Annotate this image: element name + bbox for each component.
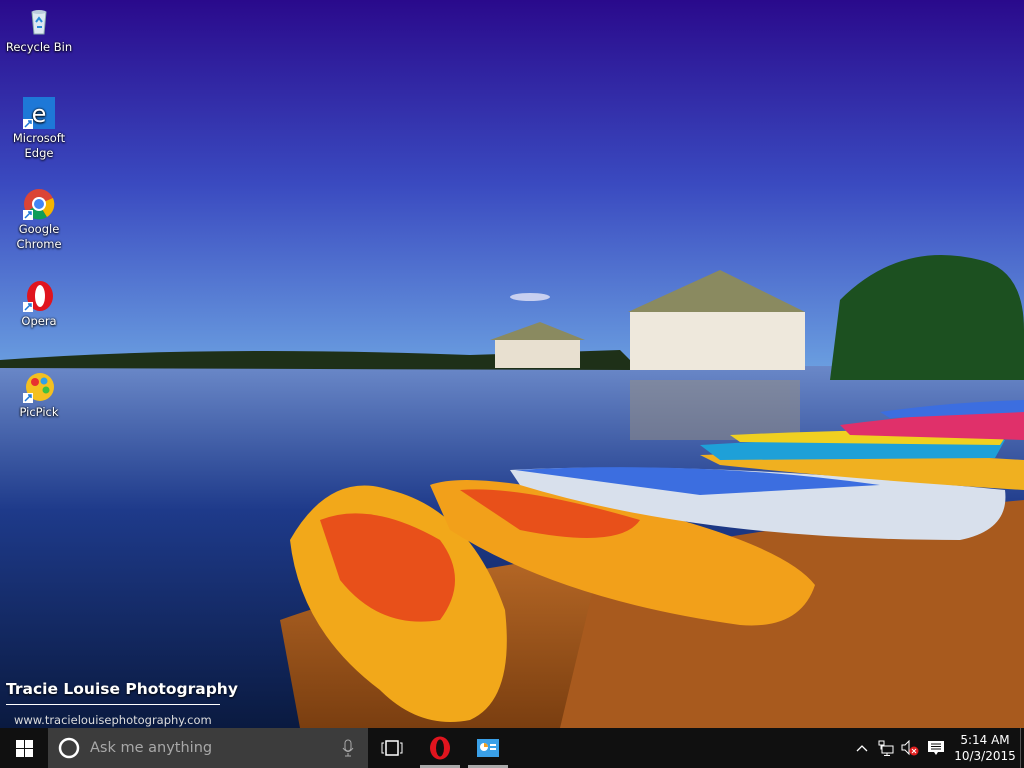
taskbar-opera-button[interactable] <box>416 728 464 768</box>
show-desktop-button[interactable] <box>1020 728 1024 768</box>
desktop-icon-label: Google Chrome <box>16 222 62 251</box>
svg-text:e: e <box>32 100 47 128</box>
picpick-icon <box>23 371 55 403</box>
desktop-wallpaper: Tracie Louise Photography www.tracieloui… <box>0 0 1024 728</box>
desktop-icon-picpick[interactable]: PicPick <box>4 371 74 420</box>
desktop-icon-label: Recycle Bin <box>5 40 73 54</box>
opera-icon <box>23 280 55 312</box>
clock[interactable]: 5:14 AM 10/3/2015 <box>950 732 1020 764</box>
watermark-divider <box>6 704 220 705</box>
search-box[interactable]: Ask me anything <box>48 728 368 768</box>
network-button[interactable] <box>874 728 898 768</box>
cortana-icon <box>58 737 80 759</box>
chrome-icon <box>23 188 55 220</box>
action-center-button[interactable] <box>922 728 950 768</box>
desktop-icon-label: Microsoft Edge <box>12 131 66 160</box>
microphone-icon[interactable] <box>342 739 354 757</box>
wallpaper-image <box>0 0 1024 728</box>
opera-icon <box>430 736 450 760</box>
recycle-bin-icon <box>23 6 55 38</box>
watermark-url: www.tracielouisephotography.com <box>14 713 212 727</box>
desktop-icon-label: Opera <box>21 314 57 328</box>
desktop-icon-opera[interactable]: Opera <box>4 280 74 329</box>
edge-icon: e <box>23 97 55 129</box>
volume-button[interactable] <box>898 728 922 768</box>
desktop-icon-google-chrome[interactable]: Google Chrome <box>4 188 74 252</box>
taskbar: Ask me anything 5:14 AM 10/3/2015 <box>0 728 1024 768</box>
clock-date: 10/3/2015 <box>954 749 1016 763</box>
desktop-icon-label: PicPick <box>19 405 59 419</box>
windows-logo-icon <box>15 739 33 757</box>
volume-muted-icon <box>901 740 919 756</box>
action-center-icon <box>928 741 944 755</box>
start-button[interactable] <box>0 728 48 768</box>
desktop-icon-recycle-bin[interactable]: Recycle Bin <box>4 6 74 55</box>
system-tray: 5:14 AM 10/3/2015 <box>850 728 1024 768</box>
search-placeholder: Ask me anything <box>90 740 213 756</box>
network-icon <box>878 740 894 756</box>
taskbar-picpick-button[interactable] <box>464 728 512 768</box>
task-view-icon <box>381 740 403 756</box>
chevron-up-icon <box>856 745 868 752</box>
clock-time: 5:14 AM <box>960 733 1010 747</box>
desktop-icon-microsoft-edge[interactable]: e Microsoft Edge <box>4 97 74 161</box>
task-view-button[interactable] <box>368 728 416 768</box>
picpick-icon <box>477 739 499 757</box>
watermark-title: Tracie Louise Photography <box>6 680 238 698</box>
show-hidden-icons-button[interactable] <box>850 728 874 768</box>
